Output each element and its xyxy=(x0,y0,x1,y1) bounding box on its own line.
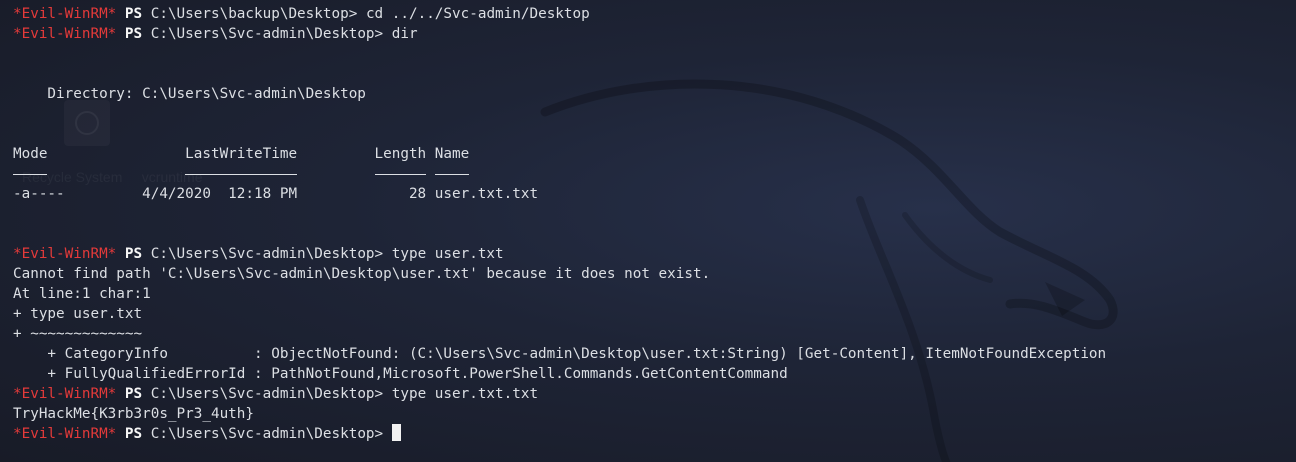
column-underline xyxy=(434,164,470,184)
prompt-line: *Evil-WinRM* PS C:\Users\Svc-admin\Deskt… xyxy=(13,384,1106,404)
prompt-path: C:\Users\Svc-admin\Desktop> xyxy=(150,26,384,42)
column-underline xyxy=(13,164,48,184)
column-underline xyxy=(185,164,297,184)
output-line: Directory: C:\Users\Svc-admin\Desktop xyxy=(13,86,366,102)
output-line: + type user.txt xyxy=(13,306,143,322)
command-text: dir xyxy=(391,26,418,42)
prompt-path: C:\Users\backup\Desktop> xyxy=(150,6,358,22)
header-underline xyxy=(13,164,1106,184)
prompt-ps: PS xyxy=(124,246,143,262)
terminal-output: *Evil-WinRM* PS C:\Users\backup\Desktop>… xyxy=(13,4,1106,444)
command-text: type user.txt xyxy=(391,246,504,262)
prompt-line: *Evil-WinRM* PS C:\Users\Svc-admin\Deskt… xyxy=(13,244,1106,264)
prompt-path: C:\Users\Svc-admin\Desktop> xyxy=(150,386,384,402)
output-line: -a---- 4/4/2020 12:18 PM 28 user.txt.txt xyxy=(13,186,539,202)
prompt-ps: PS xyxy=(124,386,143,402)
column-underline xyxy=(374,164,427,184)
prompt-line: *Evil-WinRM* PS C:\Users\Svc-admin\Deskt… xyxy=(13,24,1106,44)
prompt-line: *Evil-WinRM* PS C:\Users\Svc-admin\Deskt… xyxy=(13,424,1106,444)
output-line: Mode LastWriteTime Length Name xyxy=(13,146,470,162)
output-line: + FullyQualifiedErrorId : PathNotFound,M… xyxy=(13,366,788,382)
command-text: cd ../../Svc-admin/Desktop xyxy=(365,6,590,22)
command-text: type user.txt.txt xyxy=(391,386,539,402)
output-line: Cannot find path 'C:\Users\Svc-admin\Des… xyxy=(13,266,711,282)
prompt-path: C:\Users\Svc-admin\Desktop> xyxy=(150,246,384,262)
prompt-ps: PS xyxy=(124,6,143,22)
prompt-tag: *Evil-WinRM* xyxy=(13,246,117,262)
terminal-window[interactable]: Recycle System vcruntime *Evil-WinRM* PS… xyxy=(0,0,1296,462)
output-line: + CategoryInfo : ObjectNotFound: (C:\Use… xyxy=(13,346,1107,362)
output-line: TryHackMe{K3rb3r0s_Pr3_4uth} xyxy=(13,406,255,422)
prompt-tag: *Evil-WinRM* xyxy=(13,6,117,22)
text-cursor[interactable] xyxy=(391,424,401,441)
output-line: At line:1 char:1 xyxy=(13,286,151,302)
prompt-ps: PS xyxy=(124,26,143,42)
prompt-tag: *Evil-WinRM* xyxy=(13,386,117,402)
prompt-tag: *Evil-WinRM* xyxy=(13,426,117,442)
prompt-line: *Evil-WinRM* PS C:\Users\backup\Desktop>… xyxy=(13,4,1106,24)
output-line: + ~~~~~~~~~~~~~ xyxy=(13,326,143,342)
prompt-tag: *Evil-WinRM* xyxy=(13,26,117,42)
prompt-ps: PS xyxy=(124,426,143,442)
prompt-path: C:\Users\Svc-admin\Desktop> xyxy=(150,426,384,442)
